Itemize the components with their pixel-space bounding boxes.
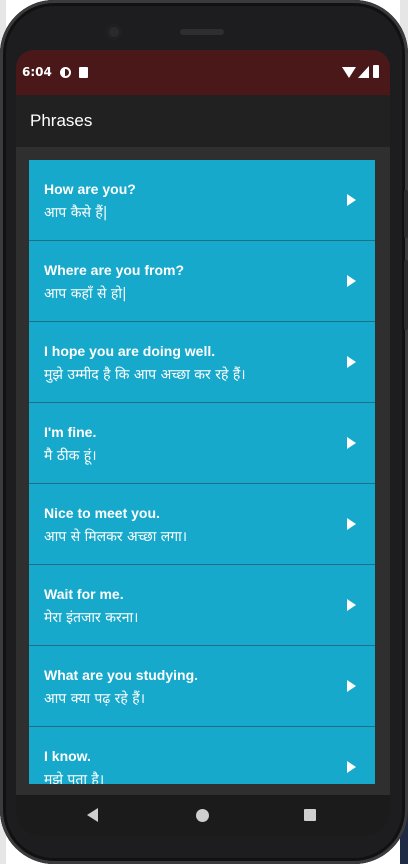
phrase-english: I know.	[44, 748, 91, 764]
status-time: 6:04	[22, 65, 52, 79]
phrase-english: I'm fine.	[44, 424, 97, 440]
phrase-hindi: आप क्या पढ़ रहे हैं।	[44, 691, 146, 707]
phrase-hindi: आप कैसे हैं|	[44, 205, 108, 221]
play-icon[interactable]	[347, 356, 356, 368]
recents-icon[interactable]	[304, 809, 316, 821]
phrase-item[interactable]: I know. मुझे पता है।	[29, 727, 375, 784]
phrase-item[interactable]: I'm fine. मै ठीक हूं।	[29, 403, 375, 484]
phrase-hindi: आप कहाँ से हो|	[44, 286, 127, 302]
notification-icon	[60, 67, 71, 78]
back-icon[interactable]	[87, 808, 98, 822]
play-icon[interactable]	[347, 518, 356, 530]
phrase-item[interactable]: What are you studying. आप क्या पढ़ रहे ह…	[29, 646, 375, 727]
sd-card-icon	[79, 67, 88, 78]
signal-icon	[358, 66, 369, 78]
phrase-english: I hope you are doing well.	[44, 343, 216, 359]
wifi-icon	[342, 67, 356, 78]
phrase-item[interactable]: How are you? आप कैसे हैं|	[29, 160, 375, 241]
play-icon[interactable]	[347, 599, 356, 611]
page-title: Phrases	[30, 111, 93, 130]
phrase-hindi: मुझे पता है।	[44, 772, 105, 784]
phrase-item[interactable]: Where are you from? आप कहाँ से हो|	[29, 241, 375, 322]
device-screen: 6:04 Phrases How are you? आप कैसे हैं| W…	[16, 50, 390, 836]
home-icon[interactable]	[196, 809, 209, 822]
play-icon[interactable]	[347, 437, 356, 449]
phrase-list[interactable]: How are you? आप कैसे हैं| Where are you …	[29, 160, 375, 784]
phrase-hindi: मै ठीक हूं।	[44, 448, 97, 464]
phrase-english: Where are you from?	[44, 262, 185, 278]
play-icon[interactable]	[347, 194, 356, 206]
front-camera	[106, 24, 122, 40]
play-icon[interactable]	[347, 275, 356, 287]
navigation-bar	[16, 795, 390, 836]
phrase-english: How are you?	[44, 181, 136, 197]
status-bar: 6:04	[16, 50, 390, 95]
play-icon[interactable]	[347, 761, 356, 773]
power-button[interactable]	[404, 260, 408, 330]
phrase-english: What are you studying.	[44, 667, 199, 683]
phrase-english: Nice to meet you.	[44, 505, 160, 521]
phrase-hindi: मेरा इंतजार करना।	[44, 610, 139, 626]
phone-frame: 6:04 Phrases How are you? आप कैसे हैं| W…	[0, 0, 408, 864]
phrase-item[interactable]: I hope you are doing well. मुझे उम्मीद ह…	[29, 322, 375, 403]
phrase-english: Wait for me.	[44, 586, 124, 602]
battery-icon	[373, 65, 379, 78]
play-icon[interactable]	[347, 680, 356, 692]
earpiece-speaker	[180, 29, 224, 35]
phrase-hindi: मुझे उम्मीद है कि आप अच्छा कर रहे हैं।	[44, 367, 246, 383]
app-bar: Phrases	[16, 95, 390, 147]
phrase-item[interactable]: Nice to meet you. आप से मिलकर अच्छा लगा।	[29, 484, 375, 565]
phrase-item[interactable]: Wait for me. मेरा इंतजार करना।	[29, 565, 375, 646]
volume-button[interactable]	[404, 190, 408, 238]
phrase-hindi: आप से मिलकर अच्छा लगा।	[44, 529, 188, 545]
